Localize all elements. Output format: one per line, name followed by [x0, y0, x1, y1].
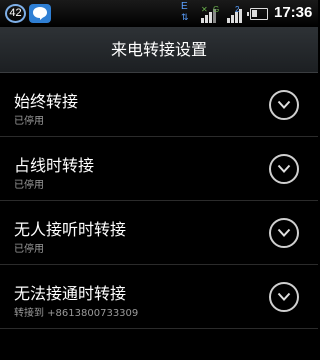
list-item-label: 无法接通时转接	[14, 284, 127, 303]
list-item-no-answer-forward[interactable]: 无人接听时转接 已停用	[0, 201, 318, 265]
list-item-busy-forward[interactable]: 占线时转接 已停用	[0, 137, 318, 201]
svg-text:✕: ✕	[201, 5, 208, 14]
network-type-icon: E ⇅	[181, 1, 189, 23]
network-type-label: E	[181, 1, 188, 12]
notification-count-badge[interactable]: 42	[5, 4, 26, 23]
page-title: 来电转接设置	[0, 27, 318, 73]
sim1-label: G	[213, 5, 219, 14]
sim2-label: 2	[235, 5, 240, 14]
signal-strength-icon: 2	[227, 5, 242, 23]
list-item-status: 转接到 +8613800733309	[14, 308, 139, 319]
chevron-down-icon[interactable]	[269, 90, 299, 120]
list-item-status: 已停用	[14, 116, 44, 127]
chevron-down-icon[interactable]	[269, 218, 299, 248]
list-item-label: 无人接听时转接	[14, 220, 127, 239]
chevron-down-icon[interactable]	[269, 282, 299, 312]
list-item-label: 始终转接	[14, 92, 79, 111]
call-forwarding-list: 始终转接 已停用 占线时转接 已停用 无人接听时转接 已停用 无法接通时转接 转…	[0, 73, 318, 329]
chat-icon[interactable]	[29, 4, 51, 23]
status-clock: 17:36	[274, 4, 313, 21]
chevron-down-icon[interactable]	[269, 154, 299, 184]
list-item-status: 已停用	[14, 180, 44, 191]
list-item-unreachable-forward[interactable]: 无法接通时转接 转接到 +8613800733309	[0, 265, 318, 329]
battery-icon	[247, 8, 268, 20]
status-bar: 42 E ⇅ ✕ G 2 17:36	[0, 0, 318, 27]
list-item-label: 占线时转接	[14, 156, 95, 175]
signal-strength-icon: ✕ G	[201, 5, 219, 23]
list-item-always-forward[interactable]: 始终转接 已停用	[0, 73, 318, 137]
list-item-status: 已停用	[14, 244, 44, 255]
